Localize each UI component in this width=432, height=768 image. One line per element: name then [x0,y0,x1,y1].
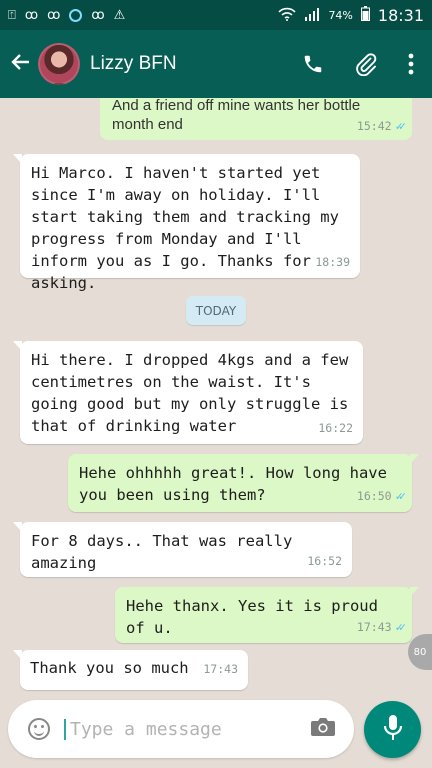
message-bubble-incoming[interactable]: Hi Marco. I haven't started yet since I'… [13,154,360,292]
message-time: 17:43 [356,620,392,634]
status-bar: ⍐ ꝏ ꝏ ꝏ ⚠ 74% 18:31 [0,0,432,30]
message-bubble-outgoing[interactable]: Hehe ohhhhh great!. How long have you be… [68,454,419,512]
clock: 18:31 [377,5,424,25]
battery-percent: 74% [328,8,353,22]
message-time: 17:43 [203,662,238,676]
message-text: Thank you so much [30,659,189,677]
message-text: Hehe thanx. Yes it is proud of u. [126,597,378,637]
contact-name[interactable]: Lizzy BFN [90,53,177,75]
mic-button[interactable] [364,701,421,758]
chat-header: Lizzy BFN [0,30,432,98]
mic-icon [383,714,403,746]
message-time: 18:39 [315,255,350,269]
avatar[interactable] [38,43,80,85]
message-bubble-incoming[interactable]: Hi there. I dropped 4kgs and a few centi… [13,341,363,444]
warning-icon: ⚠ [113,7,126,23]
message-bubble-incoming[interactable]: Thank you so much 17:43 [13,650,248,690]
message-time: 16:22 [318,421,353,435]
back-arrow-icon[interactable] [4,50,38,78]
group-notification-icon: ꝏ [91,7,105,23]
emoji-icon[interactable] [28,718,50,740]
message-text: Hi there. I dropped 4kgs and a few centi… [31,351,349,435]
message-text: Hehe ohhhhh great!. How long have you be… [79,464,387,504]
group-notification-icon: ꝏ [24,7,39,23]
message-input[interactable] [64,718,284,740]
scroll-badge[interactable]: 80 [408,634,432,670]
attach-icon[interactable] [354,52,378,76]
camera-icon[interactable] [310,716,336,742]
read-receipt-icon: ✓✓ [395,620,407,634]
upload-icon: ⍐ [8,7,16,23]
wifi-icon [278,7,297,24]
message-bubble-outgoing-partial[interactable]: And a friend off mine wants her bottle m… [100,98,412,140]
message-text: For 8 days.. That was really amazing [31,532,293,572]
chat-area[interactable]: And a friend off mine wants her bottle m… [0,98,432,698]
more-icon[interactable] [408,53,414,75]
message-text: And a friend off mine wants her bottle m… [112,98,361,133]
battery-icon [360,6,370,24]
sync-ring-icon [69,8,83,22]
message-time: 15:42 [356,119,392,133]
signal-icon [304,7,320,24]
group-notification-icon: ꝏ [47,7,61,23]
read-receipt-icon: ✓✓ [395,119,407,133]
message-time: 16:50 [356,489,392,503]
message-bubble-incoming[interactable]: For 8 days.. That was really amazing 16:… [13,522,352,577]
date-divider: TODAY [186,296,246,325]
message-time: 16:52 [307,554,342,568]
read-receipt-icon: ✓✓ [395,489,407,503]
message-composer [8,700,354,758]
phone-icon[interactable] [302,53,324,75]
message-text: Hi Marco. I haven't started yet since I'… [31,164,339,292]
message-bubble-outgoing[interactable]: Hehe thanx. Yes it is proud of u. 17:43 … [115,587,419,643]
